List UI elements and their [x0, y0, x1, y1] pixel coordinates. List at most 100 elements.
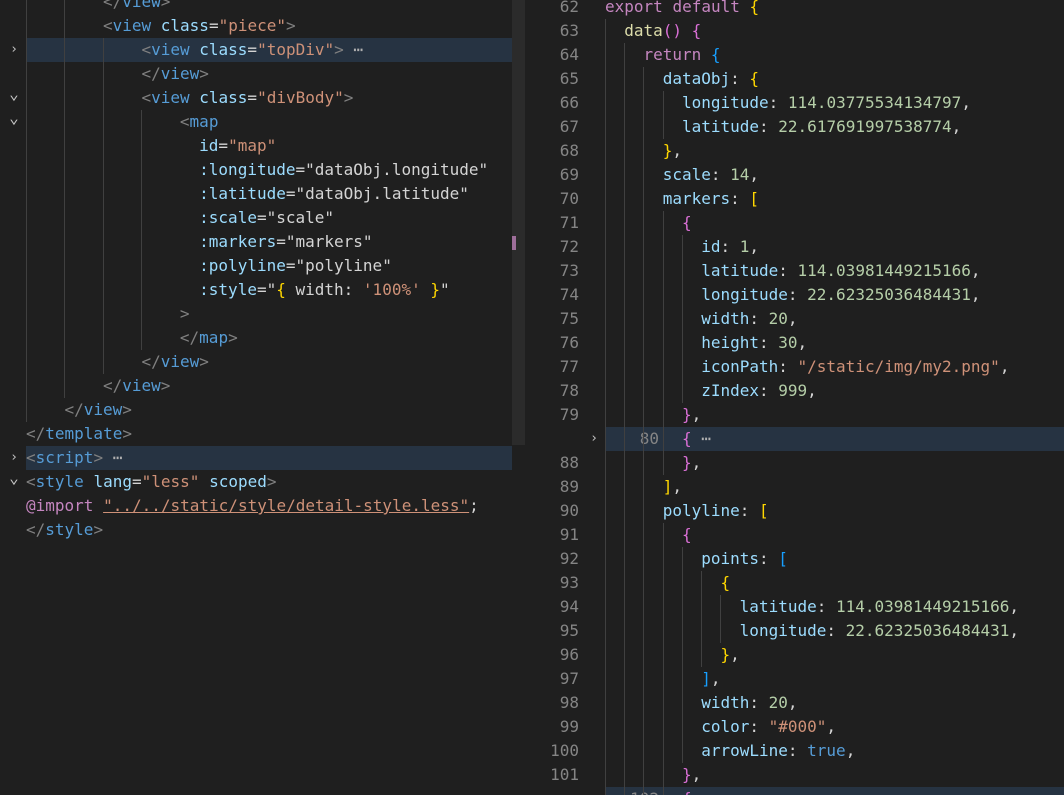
chevron-right-icon[interactable]: ›: [587, 427, 601, 451]
indent-guide: [605, 19, 606, 43]
code-line[interactable]: </map>: [0, 326, 512, 350]
code-line[interactable]: ⌄ <view class="divBody">: [0, 86, 512, 110]
line-number: 71: [559, 213, 579, 232]
code-token: ,: [1009, 621, 1020, 640]
code-line[interactable]: >: [0, 302, 512, 326]
code-line[interactable]: 70 markers: [: [525, 187, 1064, 211]
code-line[interactable]: 76 height: 30,: [525, 331, 1064, 355]
indent-guide: [26, 62, 27, 86]
code-line[interactable]: 80 › { ⋯: [590, 427, 1064, 451]
indent-guide: [681, 739, 683, 763]
code-token: >: [343, 88, 354, 107]
code-text: :latitude="dataObj.latitude": [199, 182, 469, 206]
code-line[interactable]: 66 longitude: 114.03775534134797,: [525, 91, 1064, 115]
code-line[interactable]: :markers="markers": [0, 230, 512, 254]
code-line[interactable]: 89],: [525, 475, 1064, 499]
code-line[interactable]: id="map": [0, 134, 512, 158]
code-line[interactable]: ⌄ <map: [0, 110, 512, 134]
code-line[interactable]: 69 scale: 14,: [525, 163, 1064, 187]
chevron-down-icon[interactable]: ⌄: [7, 86, 21, 102]
code-line[interactable]: 67 latitude: 22.617691997538774,: [525, 115, 1064, 139]
code-line[interactable]: ⌄ <style lang="less" scoped>: [0, 470, 512, 494]
code-line[interactable]: › <view class="topDiv"> ⋯: [10, 38, 512, 62]
collapsed-region-ellipsis[interactable]: ⋯: [692, 429, 711, 448]
code-line[interactable]: 65 dataObj: {: [525, 67, 1064, 91]
chevron-right-icon[interactable]: ›: [587, 787, 601, 795]
code-line[interactable]: 75 width: 20,: [525, 307, 1064, 331]
code-token: </: [26, 424, 46, 443]
code-token: <: [179, 112, 190, 131]
chevron-down-icon[interactable]: ⌄: [7, 470, 21, 486]
scrollbar-left[interactable]: [512, 0, 525, 445]
code-line[interactable]: 97],: [525, 667, 1064, 691]
code-token: (): [662, 21, 692, 40]
code-line[interactable]: :polyline="polyline": [0, 254, 512, 278]
code-line[interactable]: 91 {: [525, 523, 1064, 547]
code-line[interactable]: 102 › {: [590, 787, 1064, 795]
collapsed-region-ellipsis[interactable]: ⋯: [103, 448, 123, 467]
code-line[interactable]: </view>: [0, 62, 512, 86]
code-line[interactable]: 77 iconPath: "/static/img/my2.png",: [525, 355, 1064, 379]
code-token: ": [324, 208, 335, 227]
code-line[interactable]: 73 latitude: 114.03981449215166,: [525, 259, 1064, 283]
code-token: true: [807, 741, 846, 760]
code-line[interactable]: 98 width: 20,: [525, 691, 1064, 715]
code-line[interactable]: 71 {: [525, 211, 1064, 235]
chevron-right-icon[interactable]: ›: [7, 38, 21, 62]
indent-guide: [681, 283, 683, 307]
code-line[interactable]: 101},: [525, 763, 1064, 787]
code-token: longitude: [681, 93, 769, 112]
indent-guide: [624, 595, 626, 619]
code-line[interactable]: 79},: [525, 403, 1064, 427]
code-line[interactable]: </view>: [0, 374, 512, 398]
code-line[interactable]: 62 export default {: [525, 0, 1064, 19]
code-line[interactable]: 64 return {: [525, 43, 1064, 67]
code-line[interactable]: 100 arrowLine: true,: [525, 739, 1064, 763]
code-line[interactable]: @import "../../static/style/detail-style…: [0, 494, 512, 518]
code-line[interactable]: 72 id: 1,: [525, 235, 1064, 259]
code-token: }: [681, 405, 692, 424]
code-line[interactable]: 92 points: [: [525, 547, 1064, 571]
code-token: >: [93, 448, 104, 467]
code-token: view: [122, 0, 161, 11]
code-line[interactable]: 78 zIndex: 999,: [525, 379, 1064, 403]
code-line[interactable]: </template>: [0, 422, 512, 446]
code-line[interactable]: :scale="scale": [0, 206, 512, 230]
line-number: 78: [559, 381, 579, 400]
code-line[interactable]: </view>: [0, 350, 512, 374]
code-line[interactable]: :style="{ width: '100%' }": [0, 278, 512, 302]
indent-guide: [662, 331, 664, 355]
code-line[interactable]: 88},: [525, 451, 1064, 475]
indent-guide: [102, 158, 104, 182]
code-line[interactable]: 93 {: [525, 571, 1064, 595]
line-number: 93: [559, 573, 579, 592]
chevron-down-icon[interactable]: ⌄: [7, 110, 21, 126]
code-line[interactable]: 68},: [525, 139, 1064, 163]
code-line[interactable]: 90 polyline: [: [525, 499, 1064, 523]
code-line[interactable]: 74 longitude: 22.62325036484431,: [525, 283, 1064, 307]
code-line[interactable]: 94 latitude: 114.03981449215166,: [525, 595, 1064, 619]
code-line[interactable]: :latitude="dataObj.latitude": [0, 182, 512, 206]
code-line[interactable]: 96},: [525, 643, 1064, 667]
indent-guide: [64, 14, 66, 38]
code-line[interactable]: </style>: [0, 518, 512, 542]
code-token: class: [199, 40, 248, 59]
code-token: <: [26, 448, 36, 467]
editor-pane-left[interactable]: </view> <view class="piece"> › <view class=…: [0, 0, 512, 795]
code-line[interactable]: 95 longitude: 22.62325036484431,: [525, 619, 1064, 643]
code-line[interactable]: 99 color: "#000",: [525, 715, 1064, 739]
code-line[interactable]: :longitude="dataObj.longitude": [0, 158, 512, 182]
code-line[interactable]: › <script> ⋯: [10, 446, 512, 470]
chevron-right-icon[interactable]: ›: [7, 446, 21, 470]
code-line[interactable]: <view class="piece">: [0, 14, 512, 38]
indent-guide: [643, 91, 645, 115]
code-line[interactable]: </view>: [0, 0, 512, 14]
editor-pane-right[interactable]: 62 export default {63 data() {64 return {65…: [525, 0, 1064, 795]
code-token: 14: [730, 165, 750, 184]
code-token: =": [295, 160, 315, 179]
code-line[interactable]: </view>: [0, 398, 512, 422]
code-line[interactable]: 63 data() {: [525, 19, 1064, 43]
code-text: >: [180, 302, 190, 326]
collapsed-region-ellipsis[interactable]: ⋯: [344, 40, 363, 59]
